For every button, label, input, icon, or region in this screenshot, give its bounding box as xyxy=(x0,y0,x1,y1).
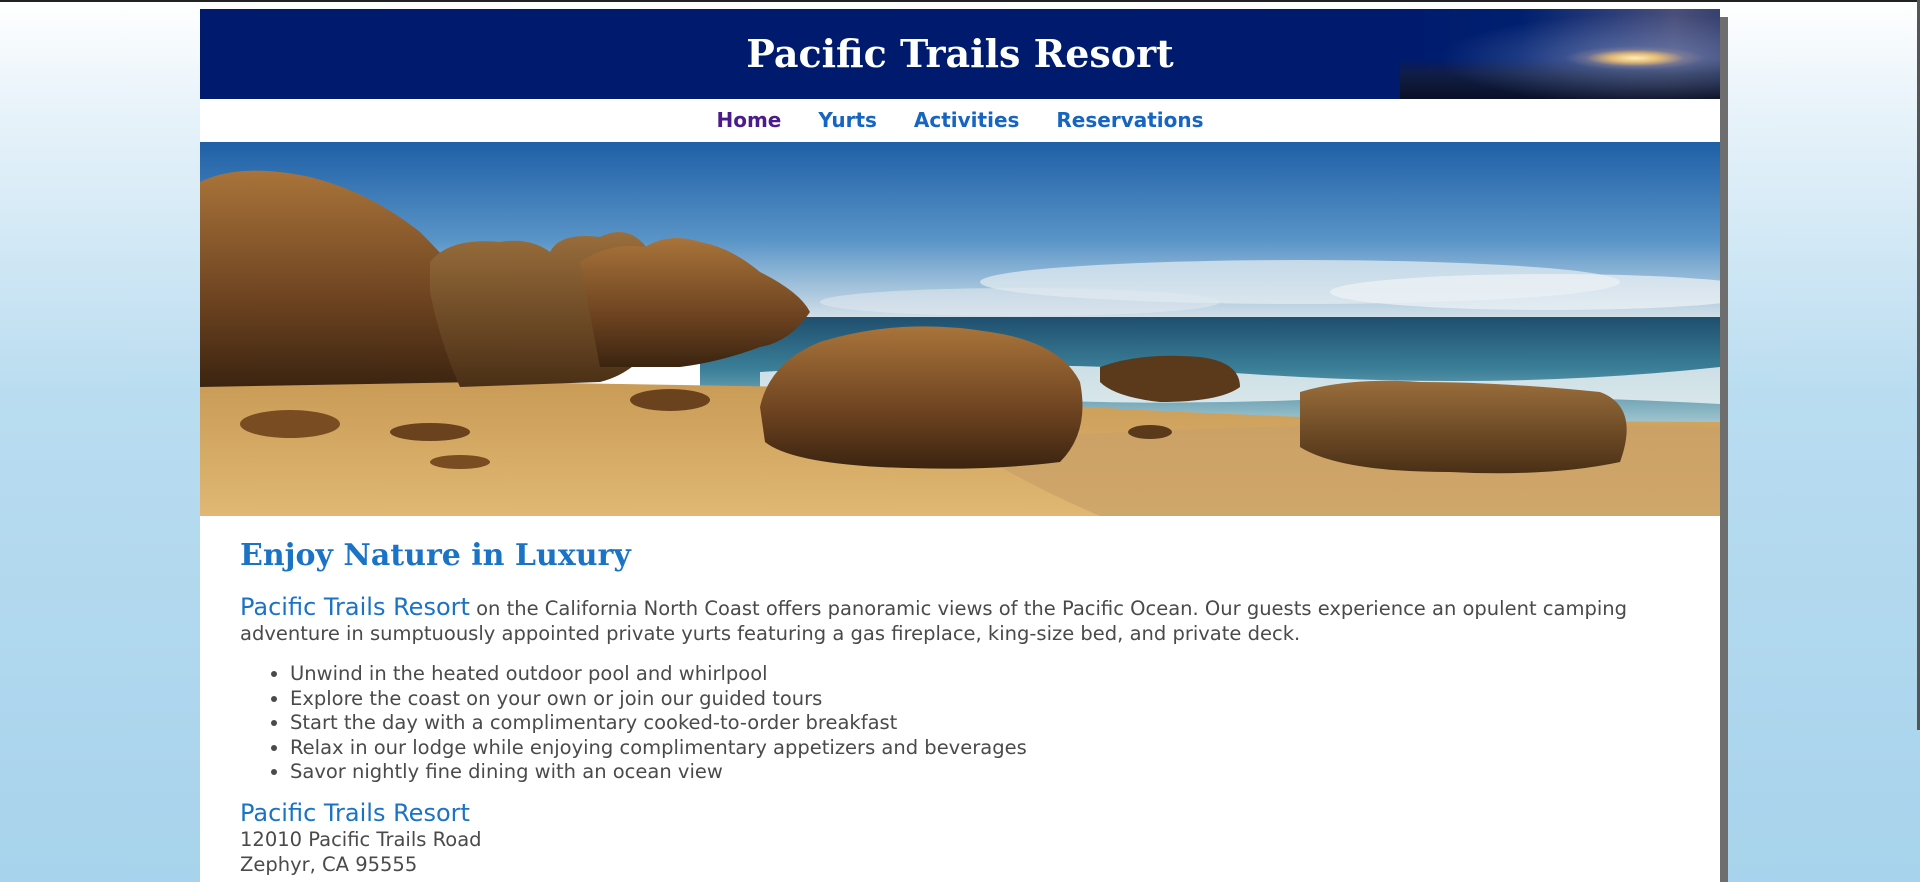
intro-brand-name: Pacific Trails Resort xyxy=(240,593,470,621)
address-street: 12010 Pacific Trails Road xyxy=(240,827,482,851)
address-name: Pacific Trails Resort xyxy=(240,798,470,827)
nav-link-reservations[interactable]: Reservations xyxy=(1056,108,1203,132)
nav-link-activities[interactable]: Activities xyxy=(914,108,1020,132)
main-nav: Home Yurts Activities Reservations xyxy=(200,99,1720,142)
nav-link-yurts[interactable]: Yurts xyxy=(818,108,877,132)
site-title: Pacific Trails Resort xyxy=(746,31,1174,76)
main-content: Enjoy Nature in Luxury Pacific Trails Re… xyxy=(200,516,1720,877)
beach-scene-image xyxy=(200,142,1720,516)
page-wrapper: Pacific Trails Resort Home Yurts Activit… xyxy=(200,9,1720,882)
browser-top-border xyxy=(0,0,1920,2)
address-city: Zephyr, CA 95555 xyxy=(240,852,418,876)
list-item: Relax in our lodge while enjoying compli… xyxy=(290,736,1680,761)
intro-paragraph: Pacific Trails Resort on the California … xyxy=(240,595,1680,646)
list-item: Explore the coast on your own or join ou… xyxy=(290,687,1680,712)
site-header: Pacific Trails Resort xyxy=(200,9,1720,99)
hero-image xyxy=(200,142,1720,516)
list-item: Unwind in the heated outdoor pool and wh… xyxy=(290,662,1680,687)
list-item: Start the day with a complimentary cooke… xyxy=(290,711,1680,736)
list-item: Savor nightly fine dining with an ocean … xyxy=(290,760,1680,785)
address-block: Pacific Trails Resort 12010 Pacific Trai… xyxy=(240,799,1680,877)
main-heading: Enjoy Nature in Luxury xyxy=(240,538,631,573)
features-list: Unwind in the heated outdoor pool and wh… xyxy=(240,662,1680,785)
nav-link-home[interactable]: Home xyxy=(716,108,781,132)
